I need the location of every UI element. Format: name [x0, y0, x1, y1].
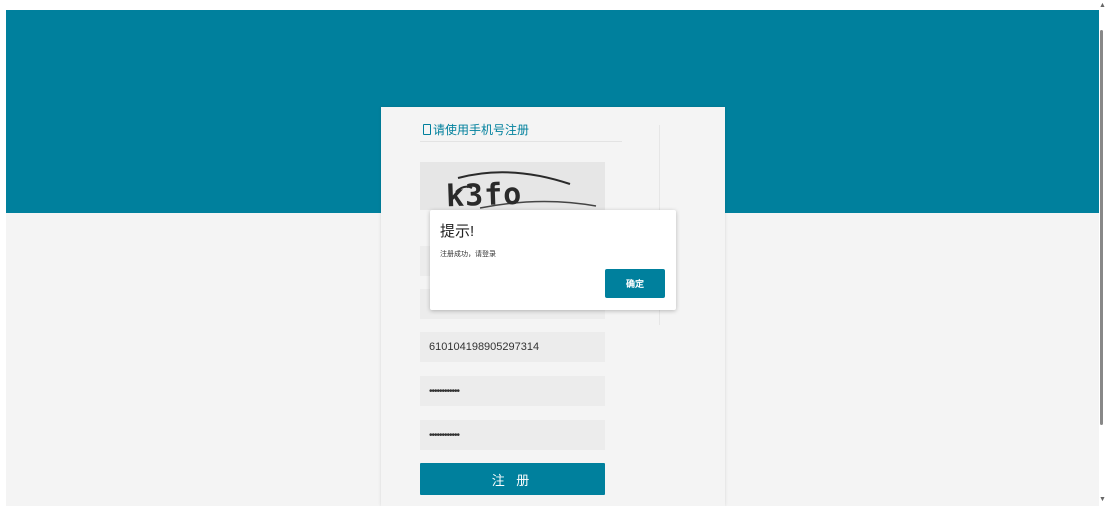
scroll-up-arrow-icon[interactable]: ▲: [1099, 2, 1105, 10]
register-heading-text: 请使用手机号注册: [433, 122, 530, 137]
password-input[interactable]: ••••••••••••: [420, 376, 605, 406]
captcha-text: k3fo: [445, 176, 523, 210]
scrollbar-thumb[interactable]: [1100, 30, 1103, 425]
dialog-message: 注册成功，请登录: [440, 251, 496, 258]
scroll-down-arrow-icon[interactable]: ▼: [1099, 496, 1105, 504]
confirm-password-input[interactable]: ••••••••••••: [420, 420, 605, 450]
register-heading: 请使用手机号注册: [423, 121, 529, 137]
alert-dialog: 提示! 注册成功，请登录 确定: [430, 210, 676, 310]
id-number-input[interactable]: 610104198905297314: [420, 332, 605, 362]
dialog-title: 提示!: [440, 223, 475, 240]
vertical-scrollbar[interactable]: ▲ ▼: [1099, 0, 1105, 506]
heading-divider: [420, 141, 622, 142]
dialog-confirm-button[interactable]: 确定: [605, 269, 665, 298]
captcha-image[interactable]: k3fo: [420, 162, 605, 210]
confirm-password-value: ••••••••••••: [429, 429, 460, 441]
mobile-phone-icon: [423, 123, 431, 135]
password-value: ••••••••••••: [429, 385, 460, 397]
register-button[interactable]: 注 册: [420, 463, 605, 495]
id-number-value: 610104198905297314: [429, 341, 540, 353]
